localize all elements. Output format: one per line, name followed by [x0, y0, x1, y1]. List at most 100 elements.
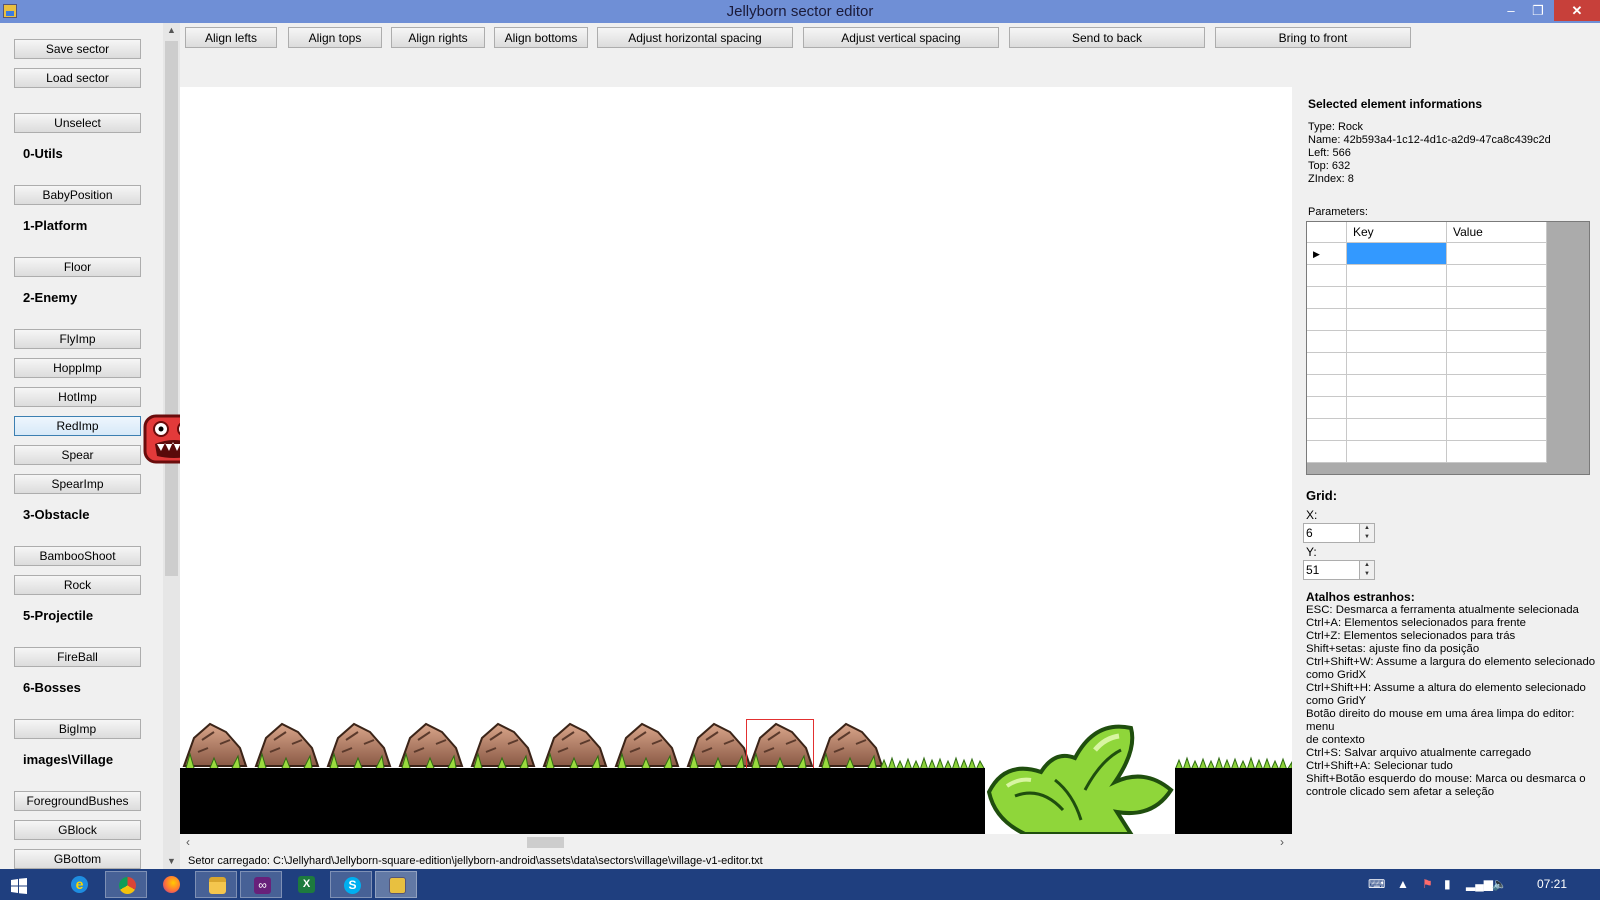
tool-button-babyposition[interactable]: BabyPosition	[14, 185, 141, 205]
row-header[interactable]	[1307, 397, 1347, 419]
canvas-horizontal-scrollbar[interactable]: ‹ ›	[180, 834, 1292, 851]
rock-element[interactable]	[252, 718, 320, 770]
tool-button-bambooshoot[interactable]: BambooShoot	[14, 546, 141, 566]
ground-block[interactable]	[1175, 768, 1292, 834]
scroll-right-arrow-icon[interactable]: ›	[1280, 835, 1284, 849]
rock-element[interactable]	[684, 718, 752, 770]
action-center-icon[interactable]: ⚑	[1422, 877, 1433, 891]
stepper-arrows-icon[interactable]: ▲ ▼	[1359, 524, 1374, 542]
tool-button-floor[interactable]: Floor	[14, 257, 141, 277]
align-bottoms-button[interactable]: Align bottoms	[494, 27, 588, 48]
row-header[interactable]	[1307, 309, 1347, 331]
grid-cell-value[interactable]	[1447, 287, 1547, 309]
tool-button-fireball[interactable]: FireBall	[14, 647, 141, 667]
grid-cell-key[interactable]	[1347, 353, 1447, 375]
grid-x-stepper[interactable]: 6 ▲ ▼	[1303, 523, 1375, 543]
editor-canvas[interactable]	[180, 87, 1292, 834]
tool-button-gbottom[interactable]: GBottom	[14, 849, 141, 869]
save-sector-button[interactable]: Save sector	[14, 39, 141, 59]
grid-cell-value[interactable]	[1447, 331, 1547, 353]
rock-element[interactable]	[612, 718, 680, 770]
grid-cell-key[interactable]	[1347, 441, 1447, 463]
rock-element[interactable]	[540, 718, 608, 770]
scroll-left-arrow-icon[interactable]: ‹	[186, 835, 190, 849]
grid-cell-key[interactable]	[1347, 243, 1447, 265]
column-header-key[interactable]: Key	[1347, 222, 1447, 243]
row-header[interactable]	[1307, 375, 1347, 397]
parameters-grid[interactable]: Key Value ▶	[1306, 221, 1590, 475]
adjust-vertical-spacing-button[interactable]: Adjust vertical spacing	[803, 27, 999, 48]
grid-cell-key[interactable]	[1347, 375, 1447, 397]
row-header[interactable]	[1307, 419, 1347, 441]
tray-expand-icon[interactable]: ▲	[1397, 877, 1409, 891]
taskbar-file-explorer[interactable]	[195, 871, 237, 898]
taskbar-firefox[interactable]	[150, 871, 192, 898]
align-rights-button[interactable]: Align rights	[391, 27, 485, 48]
tool-button-spear[interactable]: Spear	[14, 445, 141, 465]
taskbar-excel[interactable]: X	[285, 871, 327, 898]
grid-cell-key[interactable]	[1347, 287, 1447, 309]
grid-cell-value[interactable]	[1447, 419, 1547, 441]
grid-cell-key[interactable]	[1347, 265, 1447, 287]
adjust-horizontal-spacing-button[interactable]: Adjust horizontal spacing	[597, 27, 793, 48]
grid-cell-value[interactable]	[1447, 441, 1547, 463]
unselect-button[interactable]: Unselect	[14, 113, 141, 133]
load-sector-button[interactable]: Load sector	[14, 68, 141, 88]
tool-button-redimp[interactable]: RedImp	[14, 416, 141, 436]
windows-start-button[interactable]	[0, 871, 38, 898]
scrollbar-thumb[interactable]	[527, 837, 564, 848]
align-lefts-button[interactable]: Align lefts	[185, 27, 277, 48]
foreground-bush-element[interactable]	[985, 720, 1175, 834]
volume-icon[interactable]: 🔈	[1492, 877, 1507, 891]
ground-block[interactable]	[180, 768, 985, 834]
tool-button-foregroundbushes[interactable]: ForegroundBushes	[14, 791, 141, 811]
grid-y-stepper[interactable]: 51 ▲ ▼	[1303, 560, 1375, 580]
grid-cell-key[interactable]	[1347, 309, 1447, 331]
grid-cell-value[interactable]	[1447, 397, 1547, 419]
clock[interactable]: 07:21	[1537, 877, 1567, 891]
row-header[interactable]	[1307, 287, 1347, 309]
taskbar-visual-studio[interactable]: ∞	[240, 871, 282, 898]
keyboard-icon[interactable]: ⌨	[1368, 877, 1385, 891]
network-icon[interactable]: ▂▄▆	[1466, 877, 1493, 891]
grid-cell-key[interactable]	[1347, 419, 1447, 441]
rock-element[interactable]	[180, 718, 248, 770]
rock-element[interactable]	[468, 718, 536, 770]
align-tops-button[interactable]: Align tops	[288, 27, 382, 48]
row-header[interactable]	[1307, 441, 1347, 463]
tool-button-rock[interactable]: Rock	[14, 575, 141, 595]
minimize-button[interactable]: –	[1497, 0, 1525, 21]
grid-cell-key[interactable]	[1347, 397, 1447, 419]
bring-to-front-button[interactable]: Bring to front	[1215, 27, 1411, 48]
tool-button-bigimp[interactable]: BigImp	[14, 719, 141, 739]
column-header-value[interactable]: Value	[1447, 222, 1547, 243]
grid-cell-value[interactable]	[1447, 353, 1547, 375]
taskbar-jellyborn-editor[interactable]	[375, 871, 417, 898]
tool-button-spearimp[interactable]: SpearImp	[14, 474, 141, 494]
taskbar-chrome[interactable]	[105, 871, 147, 898]
grid-cell-key[interactable]	[1347, 331, 1447, 353]
scrollbar-thumb[interactable]	[165, 41, 178, 576]
grid-cell-value[interactable]	[1447, 265, 1547, 287]
tool-button-flyimp[interactable]: FlyImp	[14, 329, 141, 349]
rock-element[interactable]	[324, 718, 392, 770]
grid-cell-value[interactable]	[1447, 309, 1547, 331]
power-icon[interactable]: ▮	[1444, 877, 1451, 891]
rock-element[interactable]	[396, 718, 464, 770]
send-to-back-button[interactable]: Send to back	[1009, 27, 1205, 48]
grid-x-value[interactable]: 6	[1306, 526, 1313, 540]
taskbar-skype[interactable]: S	[330, 871, 372, 898]
close-button[interactable]: ✕	[1554, 0, 1600, 21]
rock-element[interactable]	[816, 718, 884, 770]
row-header[interactable]	[1307, 353, 1347, 375]
stepper-arrows-icon[interactable]: ▲ ▼	[1359, 561, 1374, 579]
scroll-down-arrow-icon[interactable]: ▼	[163, 856, 180, 866]
grid-y-value[interactable]: 51	[1306, 563, 1319, 577]
taskbar-internet-explorer[interactable]: e	[58, 871, 100, 898]
scroll-up-arrow-icon[interactable]: ▲	[163, 25, 180, 35]
grid-cell-value[interactable]	[1447, 243, 1547, 265]
row-header[interactable]	[1307, 265, 1347, 287]
tool-button-hotimp[interactable]: HotImp	[14, 387, 141, 407]
maximize-button[interactable]: ❐	[1524, 0, 1552, 21]
grid-cell-value[interactable]	[1447, 375, 1547, 397]
